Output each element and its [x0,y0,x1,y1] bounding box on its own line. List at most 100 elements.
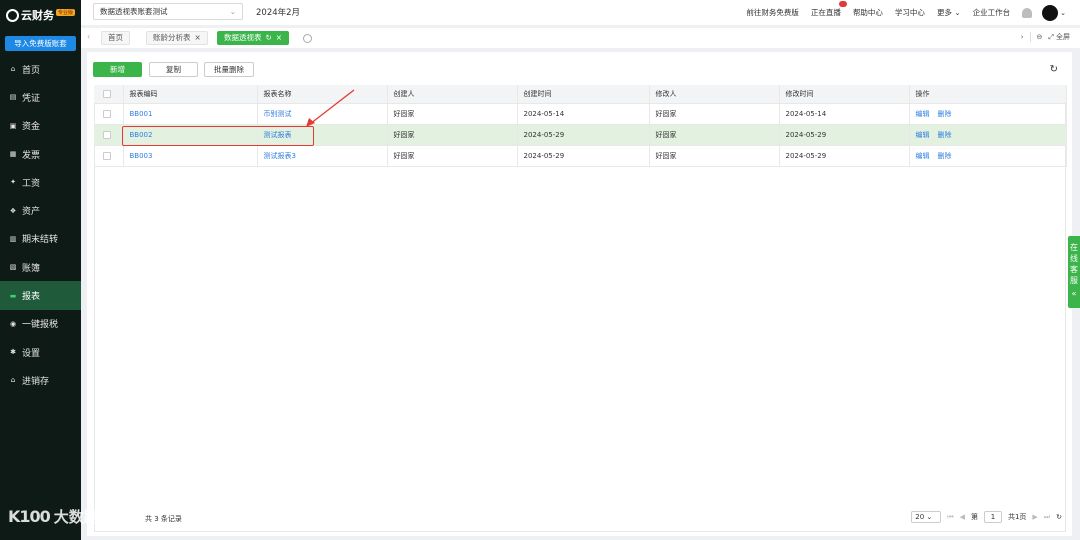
column-header[interactable]: 报表编码 [123,85,258,104]
live-badge-icon [838,1,847,7]
tab-pivot-table[interactable]: 数据透视表 ↻ × [217,31,290,45]
prev-page-icon[interactable]: ◀ [960,513,965,521]
sidebar-item-settings[interactable]: ✱ 设置 [0,338,81,366]
report-code-link[interactable]: BB003 [123,145,258,167]
sidebar-item-label: 设置 [22,348,41,359]
close-icon[interactable]: × [276,33,282,42]
sidebar-item-period-close[interactable]: ▥ 期末结转 [0,225,81,253]
tab-scroll-left-icon[interactable]: ‹ [87,32,90,41]
page-size-select[interactable]: 20 ⌄ [911,511,942,523]
live-link[interactable]: 正在直播 [810,1,847,18]
main-panel: 新增 复制 批量删除 ↻ 报表编码 报表名称 创建人 创建时间 修改人 修改时间… [87,52,1072,536]
column-header[interactable]: 创建时间 [517,85,650,104]
sidebar-item-inventory[interactable]: ⌂ 进销存 [0,366,81,394]
refresh-icon[interactable]: ↻ [266,33,272,42]
sidebar-item-voucher[interactable]: ▤ 凭证 [0,83,81,111]
modifier-cell: 好固家 [649,124,780,146]
watermark-text: 大数跨境 [53,508,114,526]
inventory-icon: ⌂ [10,376,16,385]
sidebar-item-invoice[interactable]: ▦ 发票 [0,140,81,168]
tab-home[interactable]: 首页 [101,31,130,45]
fullscreen-icon[interactable]: ⤢ [1048,33,1054,42]
column-header[interactable]: 修改人 [649,85,780,104]
home-icon: ⌂ [10,65,16,74]
period-close-icon: ▥ [9,234,17,243]
report-code-link[interactable]: BB001 [123,103,258,125]
edit-link[interactable]: 编辑 [916,131,930,139]
sidebar-item-label: 工资 [22,178,41,189]
close-all-icon[interactable]: ⊖ [1037,33,1043,41]
sidebar-nav: ⌂ 首页 ▤ 凭证 ▣ 资金 ▦ 发票 ✦ 工资 ❖ 资产 ▥ 期末结转 ▧ 账簿 ▬ 报表 ◉ 一… [0,55,81,395]
modified-time-cell: 2024-05-29 [779,145,910,167]
next-page-icon[interactable]: ▶ [1032,513,1037,521]
fullscreen-label[interactable]: 全屏 [1056,32,1070,42]
annotation-arrow-icon [306,89,355,127]
add-button[interactable]: 新增 [93,62,142,77]
voucher-icon: ▤ [9,93,17,102]
sidebar-item-assets[interactable]: ❖ 资产 [0,196,81,224]
import-free-ledger-button[interactable]: 导入免费版账套 [5,36,76,51]
sidebar-item-report[interactable]: ▬ 报表 [0,281,81,310]
sidebar-item-books[interactable]: ▧ 账簿 [0,253,81,281]
batch-delete-button[interactable]: 批量删除 [204,62,254,77]
assets-icon: ❖ [9,206,17,215]
delete-link[interactable]: 删除 [938,131,952,139]
edit-link[interactable]: 编辑 [916,110,930,118]
close-icon[interactable]: × [195,33,201,42]
help-center-link[interactable]: 帮助中心 [853,7,883,18]
sidebar-item-tax[interactable]: ◉ 一键报税 [0,310,81,338]
free-version-link[interactable]: 前往财务免费版 [746,7,799,18]
collapse-icon[interactable]: « [1068,288,1080,299]
page-size-value: 20 [915,513,925,521]
row-checkbox[interactable] [103,151,111,160]
table-row[interactable]: BB003 测试报表3 好固家 2024-05-29 好固家 2024-05-2… [94,145,1067,167]
refresh-icon[interactable]: ↻ [1050,64,1058,75]
select-all-checkbox[interactable] [103,89,111,98]
edition-badge: 专业版 [56,8,76,16]
row-checkbox[interactable] [103,130,111,139]
creator-cell: 好固家 [387,124,518,146]
tab-label: 数据透视表 [224,33,262,42]
sidebar-item-home[interactable]: ⌂ 首页 [0,55,81,83]
online-service-button[interactable]: 在线客服 « [1068,236,1080,308]
row-checkbox[interactable] [103,109,111,118]
row-checkbox-cell [94,103,124,125]
actions-cell: 编辑 删除 [909,103,1067,125]
tab-options-icon[interactable] [303,34,312,43]
reload-icon[interactable]: ↻ [1056,513,1062,521]
first-page-icon[interactable]: ⏮ [947,513,953,522]
sidebar-item-salary[interactable]: ✦ 工资 [0,168,81,196]
page-number-input[interactable]: 1 [983,511,1002,523]
report-name-link[interactable]: 测试报表3 [257,145,388,167]
avatar[interactable] [1042,4,1059,21]
chevron-down-icon[interactable]: ⌄ [1060,9,1066,17]
copy-button[interactable]: 复制 [149,62,198,77]
sidebar-item-funds[interactable]: ▣ 资金 [0,112,81,140]
sidebar-item-label: 进销存 [22,376,50,387]
creator-cell: 好固家 [387,145,518,167]
learning-center-link[interactable]: 学习中心 [895,7,925,18]
ledger-select[interactable]: 数据透视表账套测试 ⌄ [93,3,243,20]
salary-icon: ✦ [10,178,16,187]
column-header[interactable]: 创建人 [387,85,518,104]
bell-icon[interactable] [1022,7,1033,18]
live-link-label: 正在直播 [810,8,841,17]
delete-link[interactable]: 删除 [938,152,952,160]
top-bar: 数据透视表账套测试 ⌄ 2024年2月 前往财务免费版 正在直播 帮助中心 学习… [81,0,1080,25]
accounting-period[interactable]: 2024年2月 [256,6,300,18]
row-checkbox-cell [94,124,124,146]
tab-label: 账龄分析表 [153,33,191,42]
column-header[interactable]: 修改时间 [779,85,910,104]
brand-logo[interactable]: 云财务 专业版 [0,0,81,30]
gear-icon: ✱ [10,348,16,357]
table-row[interactable]: BB001 币别测试 好固家 2024-05-14 好固家 2024-05-14… [94,103,1067,125]
edit-link[interactable]: 编辑 [916,152,930,160]
enterprise-workbench-link[interactable]: 企业工作台 [973,7,1011,18]
last-page-icon[interactable]: ⏭ [1044,513,1050,522]
actions-cell: 编辑 删除 [909,124,1067,146]
more-menu[interactable]: 更多 ⌄ [937,7,961,18]
logo-icon [6,8,19,22]
tab-aging-analysis[interactable]: 账龄分析表 × [146,31,208,45]
delete-link[interactable]: 删除 [938,110,952,118]
tab-scroll-right-icon[interactable]: › [1021,33,1024,41]
